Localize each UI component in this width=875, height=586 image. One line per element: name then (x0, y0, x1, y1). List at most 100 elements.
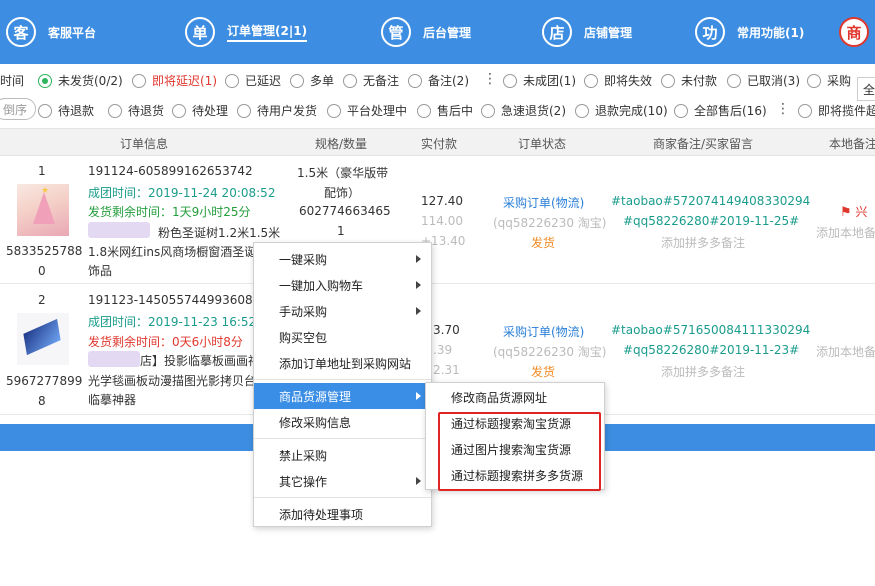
filter-radio[interactable]: 备注(2) (408, 72, 469, 89)
nav-item-shop[interactable]: 店 店铺管理 (542, 16, 632, 48)
tools-icon: 功 (695, 17, 725, 47)
product-thumbnail[interactable] (17, 313, 69, 365)
menu-item-one-click-purchase[interactable]: 一键采购 (254, 246, 431, 272)
menu-item-manual-purchase[interactable]: 手动采购 (254, 298, 431, 324)
filter-radio[interactable]: 即将揽件超 (798, 102, 875, 119)
add-local-remark-link[interactable]: 添加本地备 (816, 224, 875, 241)
top-nav: 客 客服平台 单 订单管理(2|1) 管 后台管理 店 店铺管理 功 常用功能(… (0, 0, 875, 64)
filter-radio[interactable]: 待退货 (108, 102, 164, 119)
radio-icon (674, 103, 688, 118)
menu-item-buy-empty-package[interactable]: 购买空包 (254, 324, 431, 350)
menu-item-add-to-cart[interactable]: 一键加入购物车 (254, 272, 431, 298)
menu-item-add-todo[interactable]: 添加待处理事项 (254, 501, 431, 527)
radio-icon (727, 73, 741, 88)
filter-radio[interactable]: 全部售后(16) (674, 102, 767, 119)
menu-item-edit-purchase-info[interactable]: 修改采购信息 (254, 409, 431, 435)
menu-item-add-address[interactable]: 添加订单地址到采购网站 (254, 350, 431, 376)
nav-item-orders[interactable]: 单 订单管理(2|1) (185, 16, 308, 48)
order-status[interactable]: 采购订单(物流) (503, 194, 584, 211)
goods-id: 8 (38, 394, 46, 408)
add-pdd-remark-link[interactable]: 添加拼多多备注 (661, 234, 745, 251)
radio-icon (807, 73, 821, 88)
nav-item-kefu[interactable]: 客 客服平台 (6, 16, 96, 48)
order-number[interactable]: 191124-605899162653742 (88, 164, 253, 178)
radio-icon (584, 73, 598, 88)
filter-radio[interactable]: 即将失效 (584, 72, 652, 89)
order-status[interactable]: 采购订单(物流) (503, 323, 584, 340)
blurred-tag (88, 222, 150, 238)
submenu-item-edit-source-url[interactable]: 修改商品货源网址 (426, 384, 604, 410)
radio-icon (798, 103, 812, 118)
menu-item-forbid-purchase[interactable]: 禁止采购 (254, 442, 431, 468)
ship-action[interactable]: 发货 (531, 234, 555, 251)
filter-radio[interactable]: 采购 (807, 72, 851, 89)
product-title[interactable]: 临摹神器 (88, 391, 136, 408)
radio-icon (38, 103, 52, 118)
radio-icon (225, 73, 239, 88)
filter-radio[interactable]: 已延迟 (225, 72, 281, 89)
menu-item-source-management[interactable]: 商品货源管理 (254, 383, 431, 409)
order-status-sub: (qq58226230 淘宝) (493, 345, 607, 359)
filter-radio[interactable]: 售后中 (417, 102, 473, 119)
filter-radio[interactable]: 平台处理中 (327, 102, 407, 119)
filter-radio[interactable]: 待用户发货 (237, 102, 317, 119)
filter-radio[interactable]: 待退款 (38, 102, 94, 119)
nav-item-admin[interactable]: 管 后台管理 (381, 16, 471, 48)
radio-icon (327, 103, 341, 118)
filter-radio[interactable]: 未成团(1) (503, 72, 576, 89)
tablet-shape (23, 318, 61, 356)
nav-label: 常用功能(1) (737, 25, 805, 40)
nav-item-tools[interactable]: 功 常用功能(1) (695, 16, 804, 48)
buyer-remark: #qq58226280#2019-11-25# (623, 214, 800, 228)
amount-extra: 2.31 (433, 363, 460, 377)
more-vertical-icon[interactable]: ⋮ (776, 101, 790, 117)
table-header: 订单信息 规格/数量 实付款 订单状态 商家备注/买家留言 本地备注 (0, 128, 875, 156)
col-header: 实付款 (421, 137, 458, 151)
radio-icon (343, 73, 357, 88)
submenu-arrow-icon (416, 307, 421, 315)
merchant-icon[interactable]: 商 (839, 17, 869, 47)
product-title[interactable]: 饰品 (88, 262, 112, 279)
filter-radio[interactable]: 未发货(0/2) (38, 72, 123, 89)
radio-icon (290, 73, 304, 88)
product-title[interactable]: 1.8米网红ins风商场橱窗酒圣诞 (88, 243, 256, 260)
menu-item-other-actions[interactable]: 其它操作 (254, 468, 431, 494)
filter-row-2: 待退款 待退货 待处理 待用户发货 平台处理中 售后中 急速退货(2) 退款完成… (0, 96, 875, 124)
product-title[interactable]: 光学毯画板动漫描图光影拷贝台 (88, 372, 256, 389)
filter-radio[interactable]: 急速退货(2) (481, 102, 566, 119)
filter-radio[interactable]: 待处理 (172, 102, 228, 119)
order-number[interactable]: 191123-145055744993608 (88, 293, 253, 307)
context-menu: 一键采购 一键加入购物车 手动采购 购买空包 添加订单地址到采购网站 商品货源管… (253, 242, 432, 527)
spec: 配饰） (324, 186, 361, 200)
amount-orig: .39 (433, 343, 453, 357)
ship-action[interactable]: 发货 (531, 363, 555, 380)
add-local-remark-link[interactable]: 添加本地备 (816, 343, 875, 360)
product-title-prefix: 店】投影临摹板画画神 (140, 354, 261, 368)
radio-icon (503, 73, 517, 88)
radio-icon (661, 73, 675, 88)
col-header: 规格/数量 (315, 137, 368, 151)
radio-icon (108, 103, 122, 118)
amount: 3.70 (433, 323, 460, 337)
group-time: 成团时间：2019-11-24 20:08:52 (88, 186, 276, 200)
buyer-remark: #qq58226280#2019-11-23# (623, 343, 800, 357)
radio-icon (481, 103, 495, 118)
quantity: 1 (337, 224, 345, 238)
filter-radio[interactable]: 已取消(3) (727, 72, 800, 89)
add-pdd-remark-link[interactable]: 添加拼多多备注 (661, 363, 745, 380)
blurred-tag (88, 351, 140, 367)
filter-radio[interactable]: 无备注 (343, 72, 399, 89)
product-thumbnail[interactable]: ★ (17, 184, 69, 236)
radio-icon (417, 103, 431, 118)
admin-icon: 管 (381, 17, 411, 47)
row-index: 2 (38, 293, 46, 307)
goods-id: 5967277899 (6, 374, 83, 388)
spec: 1.5米（豪华版带 (297, 166, 389, 180)
submenu-arrow-icon (416, 255, 421, 263)
filter-radio[interactable]: 多单 (290, 72, 334, 89)
filter-radio[interactable]: 退款完成(10) (575, 102, 668, 119)
filter-radio[interactable]: 即将延迟(1) (132, 72, 217, 89)
filter-radio[interactable]: 未付款 (661, 72, 717, 89)
merchant-remark: #taobao#571650084111330294 (611, 323, 811, 337)
more-vertical-icon[interactable]: ⋮ (483, 71, 497, 87)
